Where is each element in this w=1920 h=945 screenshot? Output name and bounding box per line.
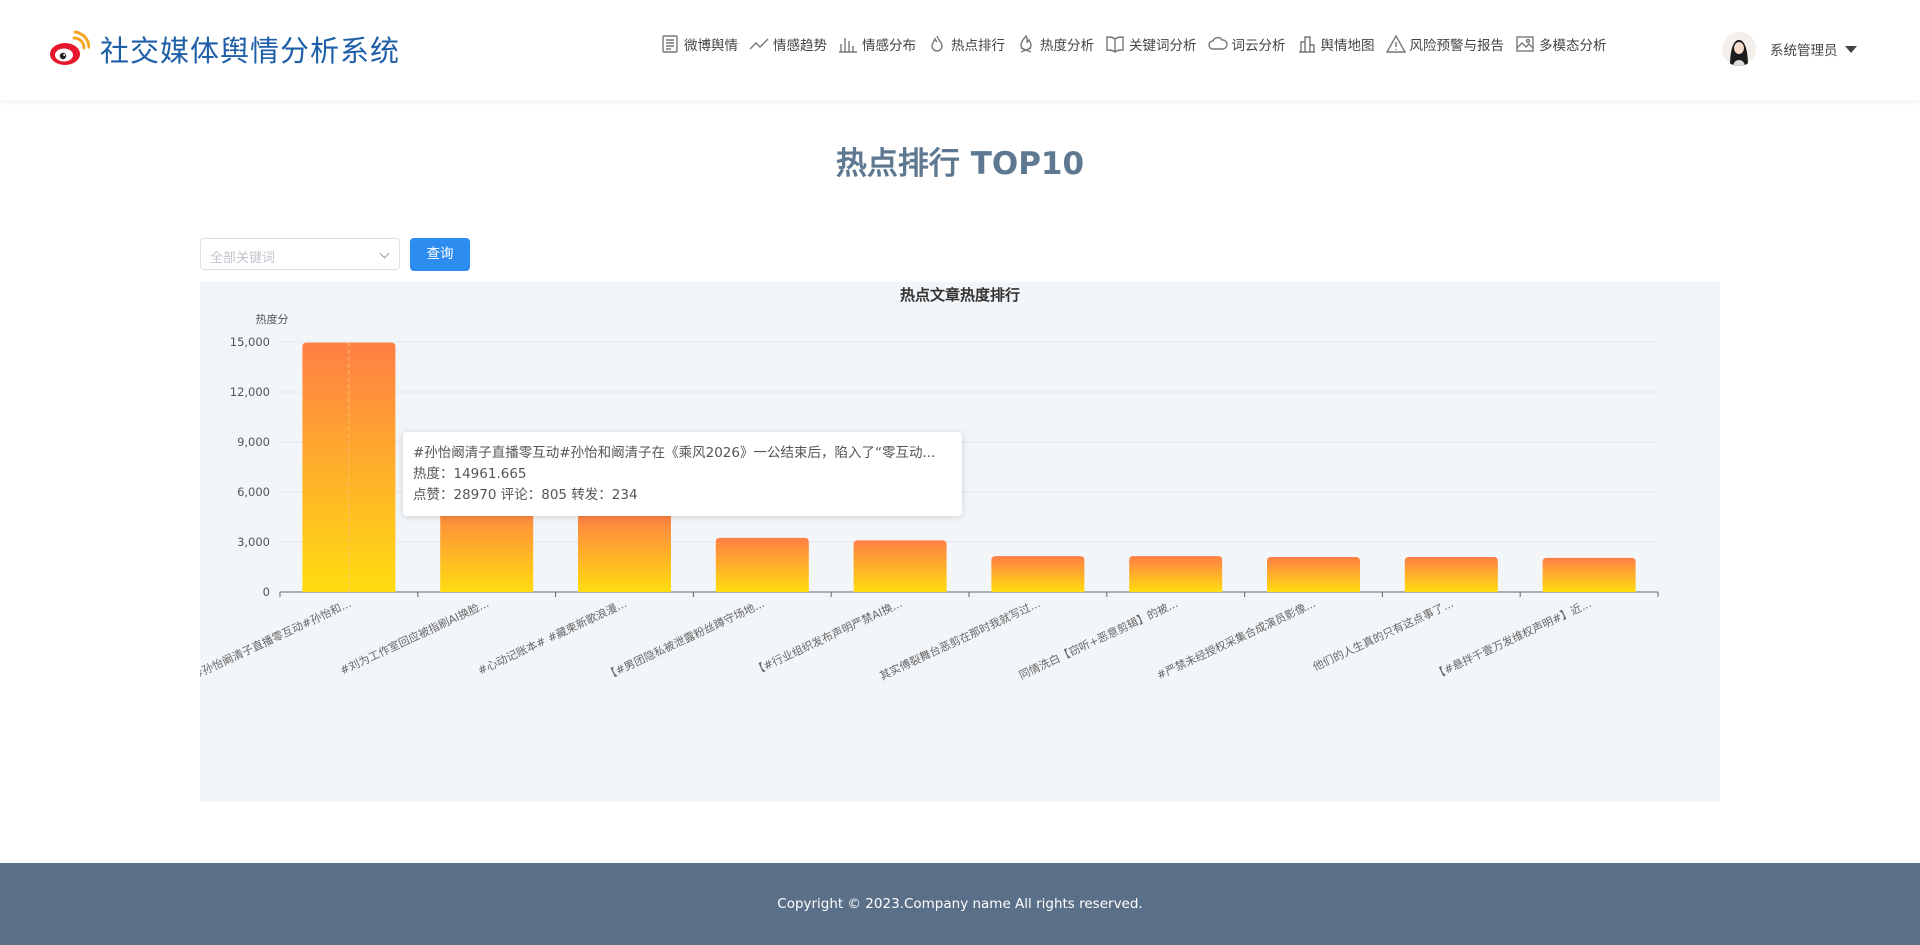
tooltip-stats: 点赞：28970 评论：805 转发：234: [413, 487, 638, 503]
bar[interactable]: [991, 556, 1085, 592]
x-tick-label: 他们的人生真的只有这点事了...: [1311, 596, 1456, 674]
y-tick-label: 0: [263, 585, 270, 599]
nav-item-weibo[interactable]: 微博舆情: [660, 34, 738, 54]
y-axis-label: 热度分: [256, 312, 289, 326]
trend-line-icon: [749, 38, 769, 50]
page-title: 热点排行 TOP10: [835, 146, 1085, 182]
document-icon: [662, 35, 678, 53]
user-name: 系统管理员: [1770, 43, 1838, 59]
query-button[interactable]: 查询: [410, 238, 470, 271]
x-tick-label: #孙怡阚清子直播零互动#孙怡和...: [200, 596, 353, 681]
x-tick-label: #刘为工作室回应被指刷AI换脸...: [338, 596, 491, 677]
nav-label: 热点排行: [951, 38, 1005, 54]
nav-item-distribution[interactable]: 情感分布: [838, 34, 916, 54]
weibo-logo-icon: [48, 29, 91, 69]
nav-item-trend[interactable]: 情感趋势: [749, 34, 827, 54]
nav-item-multimodal[interactable]: 多模态分析: [1515, 34, 1607, 54]
nav-item-risk[interactable]: 风险预警与报告: [1385, 34, 1505, 54]
chart-tooltip: #孙怡阚清子直播零互动#孙怡和阚清子在《乘风2026》一公结束后，陷入了“零互动…: [403, 432, 962, 516]
cloud-icon: [1207, 36, 1228, 50]
bar[interactable]: [1404, 557, 1498, 592]
user-menu[interactable]: 系统管理员: [1722, 32, 1857, 66]
buildings-icon: [1298, 36, 1315, 53]
tooltip-title: #孙怡阚清子直播零互动#孙怡和阚清子在《乘风2026》一公结束后，陷入了“零互动…: [413, 445, 936, 461]
bar[interactable]: [715, 537, 809, 592]
keyword-select[interactable]: 全部关键词: [200, 238, 400, 270]
brand[interactable]: 社交媒体舆情分析系统: [48, 28, 400, 70]
hot-article-chart: 热点文章热度排行 热度分 0 3,000 6,000 9,000 12,000 15,00…: [200, 286, 1659, 683]
nav-item-heat-analysis[interactable]: 热度分析: [1016, 34, 1094, 54]
x-tick-label: #心动记账本# #藏柬新歌浪漫...: [475, 596, 628, 677]
book-icon: [1106, 36, 1124, 53]
bar[interactable]: [1542, 557, 1636, 592]
y-tick-label: 15,000: [230, 335, 270, 349]
nav-label: 微博舆情: [684, 38, 738, 54]
bar-chart-icon: [839, 38, 857, 53]
nav-label: 舆情地图: [1320, 38, 1375, 54]
tooltip-heat: 热度：14961.665: [413, 466, 527, 482]
chart-panel: 热点文章热度排行 热度分 0 3,000 6,000 9,000 12,000 15,00…: [200, 282, 1720, 802]
y-tick-label: 12,000: [230, 385, 270, 399]
bar[interactable]: [1129, 556, 1223, 592]
main-nav: 微博舆情 情感趋势 情感分布 热点排行 热度分析 关键词分析 词云分析 舆情地图…: [660, 34, 1618, 54]
nav-item-hot-ranking[interactable]: 热点排行: [927, 34, 1005, 54]
nav-label: 情感趋势: [773, 38, 827, 54]
nav-label: 关键词分析: [1129, 38, 1197, 54]
app-title: 社交媒体舆情分析系统: [100, 34, 401, 68]
nav-label: 多模态分析: [1539, 38, 1607, 54]
header: 社交媒体舆情分析系统 微博舆情 情感趋势 情感分布 热点排行 热度分析 关键词分…: [0, 0, 1920, 100]
keyword-select-placeholder: 全部关键词: [210, 251, 276, 266]
x-tick-labels: #孙怡阚清子直播零互动#孙怡和...#刘为工作室回应被指刷AI换脸...#心动记…: [200, 596, 1593, 683]
y-tick-label: 3,000: [237, 535, 270, 549]
nav-label: 情感分布: [862, 38, 916, 54]
nav-item-keyword[interactable]: 关键词分析: [1105, 34, 1197, 54]
nav-item-wordcloud[interactable]: 词云分析: [1207, 34, 1286, 54]
chevron-down-icon: [379, 248, 390, 259]
bar[interactable]: [578, 513, 671, 592]
x-tick-label: 【#行业组织发布声明严禁AI换...: [751, 596, 904, 677]
nav-label: 风险预警与报告: [1409, 38, 1505, 54]
bar[interactable]: [440, 503, 534, 592]
chevron-down-icon: [1844, 45, 1857, 53]
warning-icon: [1385, 34, 1406, 53]
chart-title: 热点文章热度排行: [900, 286, 1020, 304]
fire-icon: [1020, 34, 1032, 53]
image-icon: [1516, 36, 1534, 52]
flame-icon: [931, 35, 943, 52]
avatar: [1722, 32, 1756, 66]
nav-label: 热度分析: [1040, 38, 1094, 54]
bar[interactable]: [1267, 557, 1360, 592]
y-tick-label: 9,000: [237, 435, 270, 449]
nav-item-map[interactable]: 舆情地图: [1297, 34, 1375, 54]
y-tick-label: 6,000: [237, 485, 270, 499]
bar[interactable]: [853, 540, 947, 592]
footer: Copyright © 2023.Company name All rights…: [0, 863, 1920, 945]
x-tick-label: 【#悬拌千壹万发维权声明#】近...: [1432, 596, 1594, 681]
nav-label: 词云分析: [1231, 38, 1286, 54]
